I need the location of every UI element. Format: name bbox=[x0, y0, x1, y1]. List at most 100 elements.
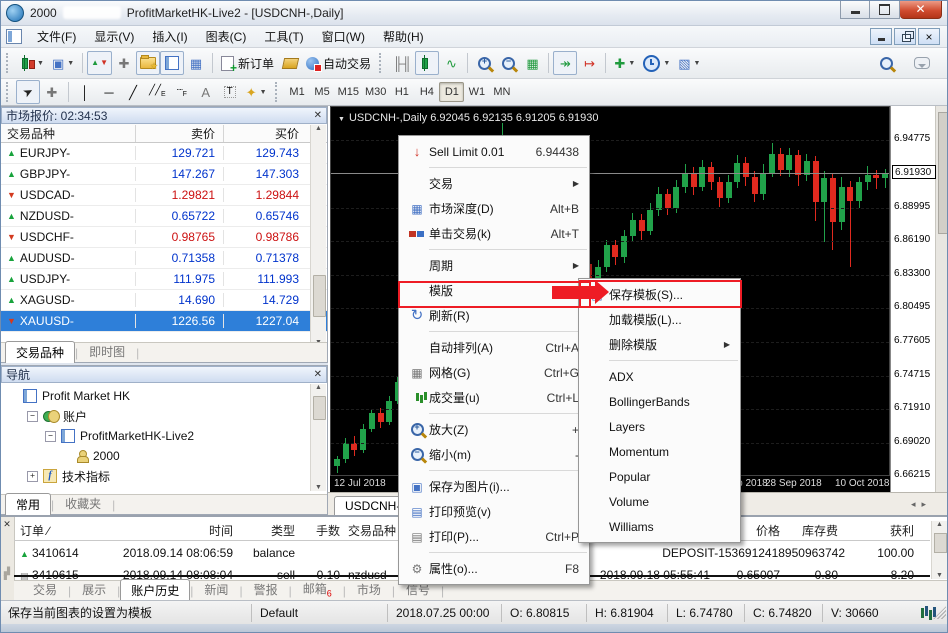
menu-item[interactable]: 文件(F) bbox=[28, 28, 85, 46]
close-icon[interactable]: ✕ bbox=[314, 369, 322, 380]
collapse-icon[interactable]: − bbox=[27, 411, 38, 422]
crosshair-tool[interactable]: ✚ bbox=[40, 80, 64, 104]
column-header-order[interactable]: 订单 ∕ bbox=[20, 522, 100, 541]
context-menu-item[interactable]: 自动排列(A)Ctrl+A bbox=[399, 335, 589, 360]
context-menu-item[interactable]: +放大(Z)+ bbox=[399, 417, 589, 442]
market-watch-row[interactable]: ▼USDCAD-1.298211.29844 bbox=[1, 185, 327, 206]
template-submenu-item[interactable]: Williams bbox=[579, 514, 740, 539]
context-menu-item[interactable]: −缩小(m)- bbox=[399, 442, 589, 467]
context-menu-item[interactable]: ▤打印预览(v) bbox=[399, 499, 589, 524]
context-menu-item[interactable]: ▦网格(G)Ctrl+G bbox=[399, 360, 589, 385]
toolbar-grip[interactable] bbox=[6, 82, 12, 102]
navigator-item[interactable]: Profit Market HK bbox=[1, 386, 311, 406]
column-header-profit[interactable]: 获利 bbox=[840, 522, 914, 541]
template-submenu-item[interactable]: ▤保存模板(S)... bbox=[579, 282, 740, 307]
chart-scrollbar[interactable] bbox=[935, 106, 948, 492]
context-menu-item[interactable]: 模版▶ bbox=[399, 278, 589, 303]
auto-scroll-button[interactable]: ↠ bbox=[553, 51, 577, 75]
chat-button[interactable] bbox=[910, 51, 934, 75]
menu-item[interactable]: 窗口(W) bbox=[313, 28, 374, 46]
column-header-type[interactable]: 类型 bbox=[240, 522, 295, 541]
terminal-tab-6[interactable]: 邮箱6 bbox=[292, 577, 343, 600]
profiles-button[interactable]: ▣▼ bbox=[48, 51, 78, 75]
context-menu-item[interactable]: ▣保存为图片(i)... bbox=[399, 474, 589, 499]
context-menu-item[interactable]: 成交量(u)Ctrl+L bbox=[399, 385, 589, 410]
toolbar-grip[interactable] bbox=[379, 53, 385, 73]
bar-chart-button[interactable]: ╟╢ bbox=[389, 51, 415, 75]
close-icon[interactable]: ✕ bbox=[314, 110, 322, 121]
market-watch-titlebar[interactable]: 市场报价: 02:34:53 ✕ bbox=[1, 107, 327, 124]
menu-item[interactable]: 图表(C) bbox=[197, 28, 256, 46]
period-button-D1[interactable]: D1 bbox=[439, 82, 464, 102]
navigator-item[interactable]: +f技术指标 bbox=[1, 466, 311, 486]
context-menu-item[interactable]: 交易▶ bbox=[399, 171, 589, 196]
line-chart-button[interactable]: ∿ bbox=[439, 51, 463, 75]
context-menu-item[interactable]: ▦市场深度(D)Alt+B bbox=[399, 196, 589, 221]
zoom-out-button[interactable]: − bbox=[496, 51, 520, 75]
context-menu-item[interactable]: ↻刷新(R) bbox=[399, 303, 589, 328]
text-tool[interactable]: A bbox=[194, 80, 218, 104]
navigator-titlebar[interactable]: 导航 ✕ bbox=[1, 366, 327, 383]
market-watch-row[interactable]: ▲XAGUSD-14.69014.729 bbox=[1, 290, 327, 311]
autotrading-button[interactable]: 自动交易 bbox=[302, 51, 375, 75]
column-header-swap[interactable]: 库存费 bbox=[786, 522, 838, 541]
period-button-MN[interactable]: MN bbox=[489, 82, 514, 102]
chart-document-icon[interactable] bbox=[6, 29, 22, 44]
vertical-line-tool[interactable]: │ bbox=[73, 80, 97, 104]
template-submenu-item[interactable]: BollingerBands bbox=[579, 389, 740, 414]
market-watch-row[interactable]: ▼XAUUSD-1226.561227.04 bbox=[1, 311, 327, 332]
indicators-button[interactable]: ✚▼ bbox=[610, 51, 639, 75]
column-header-lots[interactable]: 手数 bbox=[302, 522, 340, 541]
template-submenu-item[interactable]: ADX bbox=[579, 364, 740, 389]
metaeditor-button[interactable] bbox=[278, 51, 302, 75]
context-menu-item[interactable]: 单击交易(k)Alt+T bbox=[399, 221, 589, 246]
new-chart-button[interactable]: ▼ bbox=[16, 51, 48, 75]
market-watch-row[interactable]: ▲USDJPY-111.975111.993 bbox=[1, 269, 327, 290]
terminal-tab-5[interactable]: 警报 bbox=[243, 578, 289, 600]
terminal-tab-7[interactable]: 市场 bbox=[346, 578, 392, 600]
chart-shift-button[interactable]: ↦ bbox=[577, 51, 601, 75]
terminal-tab-1[interactable]: 交易 bbox=[22, 578, 68, 600]
context-menu-item[interactable]: ▤打印(P)...Ctrl+P bbox=[399, 524, 589, 549]
period-button-H1[interactable]: H1 bbox=[389, 82, 414, 102]
navigator-scrollbar[interactable]: ▲▼ bbox=[310, 384, 326, 491]
context-menu-item[interactable]: ⚙属性(o)...F8 bbox=[399, 556, 589, 581]
menu-item[interactable]: 工具(T) bbox=[255, 28, 312, 46]
menu-item[interactable]: 帮助(H) bbox=[374, 28, 433, 46]
navigator-item[interactable]: −ProfitMarketHK-Live2 bbox=[1, 426, 311, 446]
market-watch-toggle[interactable]: ▲▼ bbox=[87, 51, 112, 75]
market-watch-row[interactable]: ▲NZDUSD-0.657220.65746 bbox=[1, 206, 327, 227]
column-header-time[interactable]: 时间 bbox=[100, 522, 233, 541]
fibonacci-tool[interactable]: ┈F bbox=[170, 80, 194, 104]
period-button-H4[interactable]: H4 bbox=[414, 82, 439, 102]
template-submenu-item[interactable]: Momentum bbox=[579, 439, 740, 464]
resize-grip[interactable] bbox=[933, 606, 946, 619]
child-close-button[interactable]: × bbox=[918, 28, 940, 45]
template-submenu-item[interactable]: Layers bbox=[579, 414, 740, 439]
navigator-item[interactable]: −账户 bbox=[1, 406, 311, 426]
template-submenu-item[interactable]: Popular bbox=[579, 464, 740, 489]
tile-windows-button[interactable]: ▦ bbox=[520, 51, 544, 75]
close-icon[interactable]: ✕ bbox=[0, 519, 14, 530]
toolbar-grip[interactable] bbox=[275, 82, 281, 102]
template-submenu-item[interactable]: 删除模版▶ bbox=[579, 332, 740, 357]
market-watch-row[interactable]: ▲GBPJPY-147.267147.303 bbox=[1, 164, 327, 185]
navigator-tab-2[interactable]: 收藏夹 bbox=[54, 492, 112, 514]
context-menu-item[interactable]: 周期▶ bbox=[399, 253, 589, 278]
candlestick-button[interactable] bbox=[415, 51, 439, 75]
channel-tool[interactable]: ╱╱E bbox=[145, 80, 170, 104]
collapse-icon[interactable]: − bbox=[45, 431, 56, 442]
tab-scroll-arrows[interactable]: ◂▸ bbox=[911, 499, 932, 510]
child-minimize-button[interactable] bbox=[870, 28, 892, 45]
horizontal-line-tool[interactable]: ─ bbox=[97, 80, 121, 104]
data-window-button[interactable]: ✚ bbox=[112, 51, 136, 75]
navigator-item[interactable]: 2000 bbox=[1, 446, 311, 466]
period-button-W1[interactable]: W1 bbox=[464, 82, 489, 102]
market-watch-row[interactable]: ▲EURJPY-129.721129.743 bbox=[1, 143, 327, 164]
terminal-tab-4[interactable]: 新闻 bbox=[193, 578, 239, 600]
search-button[interactable] bbox=[874, 51, 898, 75]
terminal-scrollbar[interactable]: ▲▼ bbox=[931, 521, 947, 579]
context-menu-item[interactable]: ↓Sell Limit 0.016.94438 bbox=[399, 139, 589, 164]
market-watch-tab-1[interactable]: 交易品种 bbox=[5, 341, 75, 363]
cursor-tool[interactable]: ➤ bbox=[16, 80, 40, 104]
